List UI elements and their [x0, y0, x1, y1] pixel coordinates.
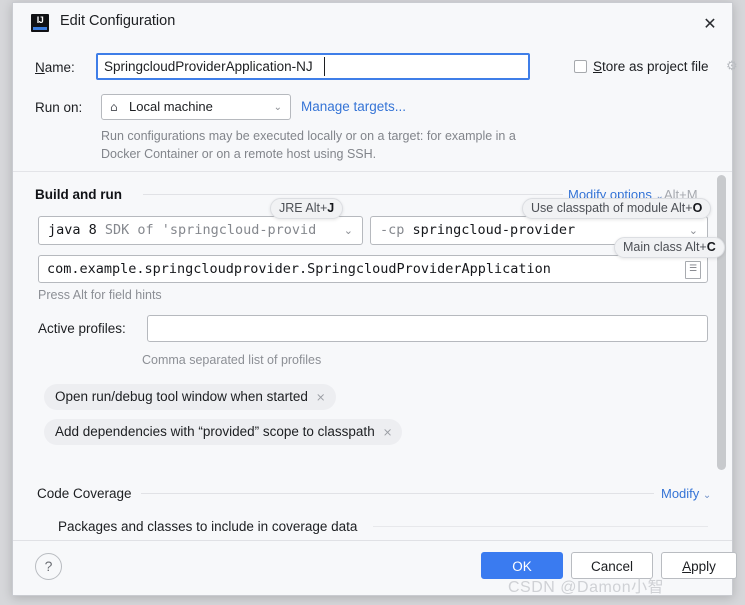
chevron-down-icon: ⌄: [702, 490, 712, 501]
name-label-rest: ame:: [44, 60, 75, 75]
field-hints-text: Press Alt for field hints: [38, 288, 162, 302]
build-and-run-heading: Build and run: [35, 187, 122, 202]
active-profiles-hint: Comma separated list of profiles: [142, 353, 322, 367]
manage-targets-link[interactable]: Manage targets...: [301, 99, 406, 114]
run-on-value: Local machine: [129, 99, 213, 114]
tooltip-jre-key: J: [327, 201, 335, 215]
code-coverage-separator: [141, 493, 654, 494]
jre-value: java 8 SDK of 'springcloud-provid: [48, 222, 316, 238]
name-input[interactable]: [96, 53, 530, 80]
tooltip-classpath: Use classpath of module Alt+O: [522, 198, 712, 219]
code-coverage-modify-link[interactable]: Modify ⌄: [661, 486, 711, 501]
vertical-scrollbar[interactable]: [717, 175, 726, 543]
build-and-run-separator: [143, 194, 563, 195]
chip-label: Open run/debug tool window when started: [55, 389, 308, 404]
tooltip-jre: JRE Alt+J: [270, 198, 344, 219]
run-on-dropdown[interactable]: ⌂ Local machine ⌄: [101, 94, 291, 120]
store-as-project-file-label[interactable]: Store as project file: [593, 59, 709, 74]
name-mnemonic: N: [35, 60, 45, 75]
main-class-field[interactable]: com.example.springcloudprovider.Springcl…: [38, 255, 708, 283]
run-on-description: Run configurations may be executed local…: [101, 129, 516, 161]
intellij-logo-icon: IJ: [31, 14, 49, 32]
chip-label: Add dependencies with “provided” scope t…: [55, 424, 375, 439]
apply-label-rest: pply: [691, 559, 716, 574]
classpath-value: -cp springcloud-provider: [380, 222, 575, 238]
chevron-down-icon: ⌄: [343, 224, 353, 237]
coverage-packages-separator: [373, 526, 708, 527]
coverage-packages-label: Packages and classes to include in cover…: [58, 519, 358, 534]
close-icon[interactable]: ✕: [697, 11, 723, 37]
chevron-down-icon: ⌄: [273, 102, 282, 113]
tooltip-main-class-key: C: [706, 240, 716, 254]
help-button[interactable]: ?: [35, 553, 62, 580]
name-label: Name:: [35, 60, 75, 75]
dialog-title: Edit Configuration: [60, 13, 176, 29]
gear-icon[interactable]: ⚙: [726, 60, 740, 74]
apply-button[interactable]: Apply: [661, 552, 737, 579]
cancel-button[interactable]: Cancel: [571, 552, 653, 579]
store-as-project-file-checkbox[interactable]: [574, 60, 587, 73]
browse-main-class-icon[interactable]: ☰: [685, 261, 701, 279]
tooltip-classpath-key: O: [692, 201, 703, 215]
store-label-rest: tore as project file: [602, 59, 709, 74]
scroll-separator: [13, 171, 732, 172]
jre-sdk-desc: SDK of 'springcloud-provid: [96, 222, 317, 238]
option-chip-add-provided-dependencies[interactable]: Add dependencies with “provided” scope t…: [44, 419, 403, 445]
classpath-module: springcloud-provider: [404, 222, 576, 238]
dialog-titlebar: IJ Edit Configuration ✕: [13, 3, 732, 45]
scrollbar-thumb[interactable]: [717, 175, 726, 470]
code-coverage-modify-label: Modify: [661, 486, 700, 501]
edit-configuration-dialog: IJ Edit Configuration ✕ Name: Store as p…: [12, 2, 738, 596]
tooltip-main-class-text: Main class Alt+: [623, 240, 707, 254]
close-icon[interactable]: ×: [383, 419, 393, 445]
dialog-footer: ? OK Cancel Apply: [13, 540, 737, 595]
code-coverage-heading: Code Coverage: [37, 486, 132, 501]
jre-dropdown[interactable]: java 8 SDK of 'springcloud-provid ⌄: [38, 216, 363, 245]
tooltip-classpath-text: Use classpath of module Alt+: [531, 201, 693, 215]
name-input-caret: [324, 57, 325, 76]
run-on-label: Run on:: [35, 100, 83, 115]
active-profiles-label: Active profiles:: [38, 321, 126, 336]
chevron-down-icon: ⌄: [688, 224, 698, 237]
classpath-flag: -cp: [380, 222, 405, 238]
tooltip-main-class: Main class Alt+C: [614, 237, 725, 258]
active-profiles-input[interactable]: [147, 315, 708, 342]
apply-mnemonic: A: [682, 559, 692, 574]
tooltip-jre-text: JRE Alt+: [279, 201, 328, 215]
main-class-value: com.example.springcloudprovider.Springcl…: [47, 261, 551, 277]
jre-version: java 8: [48, 222, 97, 238]
ok-button[interactable]: OK: [481, 552, 563, 579]
close-icon[interactable]: ×: [316, 384, 326, 410]
store-mnemonic: S: [593, 59, 603, 74]
option-chip-open-run-debug[interactable]: Open run/debug tool window when started ×: [44, 384, 336, 410]
home-icon: ⌂: [110, 100, 118, 114]
